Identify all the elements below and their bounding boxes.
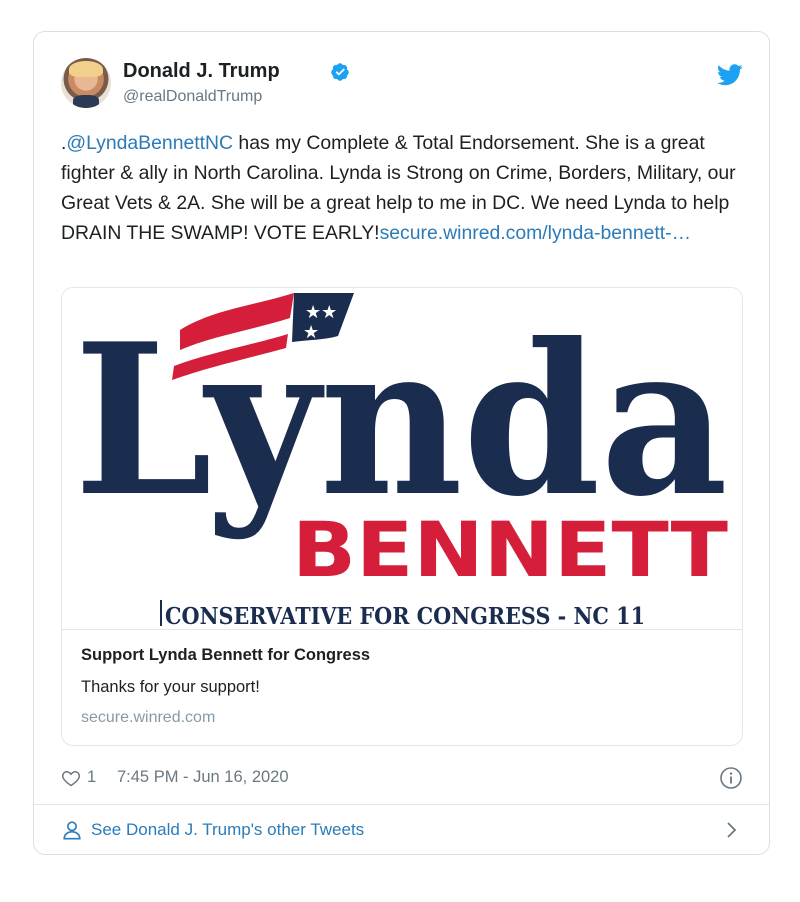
author-name[interactable]: Donald J. Trump [123, 60, 280, 83]
tweet-header: Donald J. Trump @realDonaldTrump [61, 56, 743, 112]
verified-badge-icon [331, 63, 349, 81]
tweet-embed: Donald J. Trump @realDonaldTrump .@Lynda… [33, 31, 770, 855]
tweet-text: .@LyndaBennettNC has my Complete & Total… [61, 128, 747, 248]
tweet-timestamp[interactable]: 7:45 PM - Jun 16, 2020 [117, 768, 289, 787]
like-count[interactable]: 1 [87, 768, 96, 787]
avatar[interactable] [61, 58, 111, 108]
person-icon [63, 821, 81, 840]
other-tweets-link[interactable]: See Donald J. Trump's other Tweets [91, 820, 364, 840]
logo-last-name: BENNETT [292, 505, 728, 594]
chevron-right-icon[interactable] [725, 819, 739, 841]
card-description: Thanks for your support! [81, 678, 260, 696]
mention-link[interactable]: @LyndaBennettNC [66, 132, 233, 154]
info-icon[interactable] [719, 766, 743, 790]
tweet-url-link[interactable]: secure.winred.com/lynda-bennett-… [380, 222, 691, 244]
heart-icon[interactable] [61, 768, 81, 788]
tweet-footer[interactable]: See Donald J. Trump's other Tweets [61, 817, 743, 845]
author-handle[interactable]: @realDonaldTrump [123, 88, 262, 106]
card-title[interactable]: Support Lynda Bennett for Congress [81, 646, 370, 665]
card-divider [62, 629, 742, 630]
twitter-bird-icon[interactable] [717, 64, 743, 86]
tweet-meta: 1 7:45 PM - Jun 16, 2020 [61, 766, 743, 792]
card-domain: secure.winred.com [81, 709, 216, 726]
link-preview-card[interactable]: ★★ ★ Lynda BENNETT CONSERVATIVE FOR CONG… [61, 287, 743, 746]
campaign-logo-image[interactable]: ★★ ★ Lynda BENNETT CONSERVATIVE FOR CONG… [62, 288, 743, 629]
text-cursor [160, 600, 162, 626]
footer-divider [34, 804, 769, 805]
logo-tagline: CONSERVATIVE FOR CONGRESS - NC 11 [165, 603, 645, 629]
